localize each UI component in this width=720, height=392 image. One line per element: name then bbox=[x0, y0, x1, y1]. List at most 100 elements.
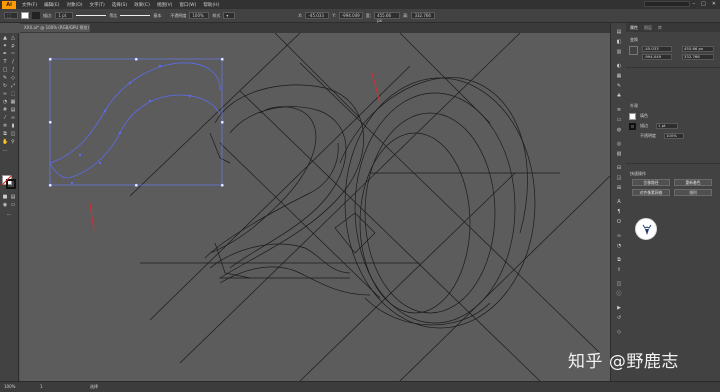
transparency-panel-icon[interactable]: ◍ bbox=[615, 127, 623, 133]
artboards-panel-icon[interactable]: ⧉ bbox=[615, 257, 623, 263]
character-panel-icon[interactable]: A bbox=[615, 199, 623, 205]
brushes-panel-icon[interactable]: ✎ bbox=[615, 83, 623, 89]
swatches-panel-icon[interactable]: ▦ bbox=[615, 73, 623, 79]
tab-layers[interactable]: 图层 bbox=[644, 23, 652, 32]
pencil-tool-icon[interactable]: ✎ bbox=[2, 76, 8, 81]
brush-definition[interactable] bbox=[120, 13, 151, 19]
menu-file[interactable]: 文件(F) bbox=[22, 2, 37, 8]
pathfinder-panel-icon[interactable]: ◲ bbox=[615, 175, 623, 181]
more-tools-icon[interactable]: … bbox=[2, 148, 8, 153]
panel-h-field[interactable]: 332.766 bbox=[682, 54, 714, 60]
x-field[interactable]: -45.033 bbox=[305, 12, 330, 19]
search-input[interactable] bbox=[644, 1, 690, 7]
menu-effect[interactable]: 效果(C) bbox=[134, 2, 150, 8]
menu-type[interactable]: 文字(T) bbox=[90, 2, 105, 8]
fill-swatch[interactable] bbox=[21, 12, 29, 19]
stroke-panel-icon[interactable]: ≡ bbox=[615, 107, 623, 113]
stroke-swatch[interactable] bbox=[32, 12, 40, 19]
align-panel-icon[interactable]: ⊟ bbox=[615, 165, 623, 171]
paintbrush-tool-icon[interactable]: ∫ bbox=[10, 68, 16, 73]
symbols-panel-icon[interactable]: ♣ bbox=[615, 93, 623, 99]
image-trace-panel-icon[interactable]: ◔ bbox=[615, 243, 623, 249]
tab-properties[interactable]: 属性 bbox=[630, 23, 638, 32]
appearance-panel-icon[interactable]: ◎ bbox=[615, 141, 623, 147]
reference-point-icon[interactable] bbox=[629, 46, 638, 55]
asset-export-panel-icon[interactable]: ⇪ bbox=[615, 267, 623, 273]
hand-tool-icon[interactable]: ✋ bbox=[2, 140, 8, 145]
minimize-icon[interactable]: – bbox=[693, 1, 696, 7]
eyedropper-tool-icon[interactable]: ⁄ bbox=[2, 116, 8, 121]
stroke-weight-field[interactable]: 1 pt bbox=[55, 12, 74, 19]
info-panel-icon[interactable]: ⓘ bbox=[615, 291, 623, 297]
graphic-styles-panel-icon[interactable]: ▧ bbox=[615, 151, 623, 157]
panel-w-field[interactable]: 455.66 px bbox=[682, 46, 714, 52]
panel-opacity-field[interactable]: 100% bbox=[664, 133, 684, 139]
curvature-tool-icon[interactable]: ~ bbox=[10, 52, 16, 57]
tab-libraries[interactable]: 库 bbox=[658, 23, 662, 32]
slice-tool-icon[interactable]: ◫ bbox=[10, 132, 16, 137]
zoom-tool-icon[interactable]: ⚲ bbox=[10, 140, 16, 145]
fill-stroke-widget[interactable] bbox=[2, 175, 17, 190]
opentype-panel-icon[interactable]: O bbox=[615, 219, 623, 225]
style-dropdown[interactable]: ▾ bbox=[223, 12, 236, 19]
symbol-sprayer-tool-icon[interactable]: ✲ bbox=[2, 124, 8, 129]
gradient-tool-icon[interactable]: ▤ bbox=[10, 108, 16, 113]
menu-help[interactable]: 帮助(H) bbox=[203, 2, 219, 8]
width-field[interactable]: 455.66 px bbox=[374, 12, 401, 23]
height-field[interactable]: 332.766 bbox=[411, 12, 436, 19]
css-panel-icon[interactable]: ◇ bbox=[615, 329, 623, 335]
libraries-panel-icon[interactable]: ▥ bbox=[615, 49, 623, 55]
scale-tool-icon[interactable]: ⤢ bbox=[10, 84, 16, 89]
type-tool-icon[interactable]: T bbox=[2, 60, 8, 65]
gradient-panel-icon[interactable]: ▭ bbox=[615, 117, 623, 123]
mesh-tool-icon[interactable]: # bbox=[2, 108, 8, 113]
artboard-tool-icon[interactable]: ⧉ bbox=[2, 132, 8, 137]
zoom-level[interactable]: 100% bbox=[4, 384, 15, 389]
edit-toolbar-icon[interactable]: ⋯ bbox=[6, 213, 12, 218]
gradient-mode-icon[interactable]: ▤ bbox=[10, 195, 16, 200]
width-tool-icon[interactable]: ≈ bbox=[2, 92, 8, 97]
align-pixel-grid-button[interactable]: 对齐像素网格 bbox=[632, 189, 670, 196]
eraser-tool-icon[interactable]: ◇ bbox=[10, 76, 16, 81]
blend-tool-icon[interactable]: ∞ bbox=[10, 116, 16, 121]
properties-panel-icon[interactable]: ▤ bbox=[615, 29, 623, 35]
pen-tool-icon[interactable]: ✒ bbox=[2, 52, 8, 57]
opacity-field[interactable]: 100% bbox=[189, 12, 210, 19]
links-panel-icon[interactable]: ∞ bbox=[615, 233, 623, 239]
maximize-icon[interactable]: □ bbox=[701, 1, 706, 7]
perspective-grid-tool-icon[interactable]: ▦ bbox=[10, 100, 16, 105]
selection-tool-icon[interactable]: ▲ bbox=[2, 36, 8, 41]
lasso-tool-icon[interactable]: ρ bbox=[10, 44, 16, 49]
menu-window[interactable]: 窗口(W) bbox=[179, 2, 196, 8]
paragraph-panel-icon[interactable]: ¶ bbox=[615, 209, 623, 215]
history-panel-icon[interactable]: ↺ bbox=[615, 315, 623, 321]
artboard-number[interactable]: 1 bbox=[40, 384, 43, 389]
line-tool-icon[interactable]: / bbox=[10, 60, 16, 65]
transform-panel-icon[interactable]: ⊞ bbox=[615, 185, 623, 191]
color-mode-icon[interactable]: ■ bbox=[2, 195, 8, 200]
menu-object[interactable]: 对象(O) bbox=[66, 2, 82, 8]
shape-builder-tool-icon[interactable]: ◔ bbox=[2, 100, 8, 105]
document-tab[interactable]: XXX.ai* @ 100% (RGB/GPU 预览) bbox=[20, 24, 90, 32]
graph-tool-icon[interactable]: ▮ bbox=[10, 124, 16, 129]
panel-fill-swatch[interactable] bbox=[629, 113, 636, 120]
draw-mode-icon[interactable]: ◉ bbox=[2, 203, 8, 208]
screen-mode-icon[interactable]: ▭ bbox=[10, 203, 16, 208]
rectangle-tool-icon[interactable]: □ bbox=[2, 68, 8, 73]
panel-x-field[interactable]: -45.033 bbox=[642, 46, 672, 52]
close-icon[interactable]: ✕ bbox=[712, 1, 716, 7]
layers-panel-icon[interactable]: ◧ bbox=[615, 39, 623, 45]
panel-y-field[interactable]: -994.049 bbox=[642, 54, 672, 60]
rotate-tool-icon[interactable]: ↻ bbox=[2, 84, 8, 89]
y-field[interactable]: -994.049 bbox=[338, 12, 363, 19]
panel-stroke-field[interactable]: 1 pt bbox=[656, 123, 678, 129]
menu-edit[interactable]: 编辑(E) bbox=[44, 2, 59, 8]
panel-stroke-swatch[interactable] bbox=[629, 123, 636, 130]
color-panel-icon[interactable]: ◐ bbox=[615, 63, 623, 69]
navigator-panel-icon[interactable]: ◫ bbox=[615, 281, 623, 287]
direct-selection-tool-icon[interactable]: △ bbox=[10, 36, 16, 41]
variable-width-profile[interactable] bbox=[76, 13, 107, 19]
actions-panel-icon[interactable]: ▶ bbox=[615, 305, 623, 311]
magic-wand-tool-icon[interactable]: ✦ bbox=[2, 44, 8, 49]
offset-path-button[interactable]: 位移路径 bbox=[632, 179, 670, 186]
